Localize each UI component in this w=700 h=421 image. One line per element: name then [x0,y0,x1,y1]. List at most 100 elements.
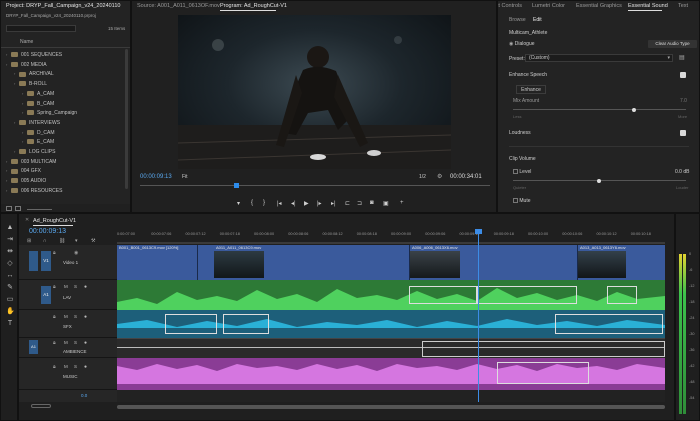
audio-clip-ambience[interactable] [117,338,665,358]
level-value[interactable]: 0.0 dB [675,169,689,175]
level-checkbox[interactable] [513,169,518,175]
mute-checkbox[interactable] [513,198,518,204]
scroll-thumb[interactable] [117,405,665,409]
fit-dropdown[interactable]: Fit [182,174,188,180]
icon-view-icon[interactable] [15,206,21,211]
insert-icon[interactable]: ⊏ [345,200,350,207]
source-patch-a3[interactable]: A1 [29,340,38,354]
bin-row[interactable]: › 002 MEDIA [6,60,47,69]
subtab-edit[interactable]: Edit [533,17,542,23]
audio-clip-music[interactable] [117,358,665,390]
add-button-icon[interactable]: + [400,200,404,206]
level-knob[interactable] [597,178,601,183]
pen-tool-icon[interactable]: ✎ [6,284,14,292]
mark-in-icon[interactable]: { [251,200,253,206]
audio-clip-lav-c[interactable] [477,286,577,304]
bin-row[interactable]: › 004 GFX [6,166,41,175]
level-slider[interactable] [513,178,686,183]
preset-dropdown[interactable]: (Custom) ▾ [525,54,673,62]
mic-icon[interactable]: ● [84,284,87,290]
clear-audio-type-button[interactable]: Clear Audio Type [648,40,697,48]
bin-row[interactable]: › E_CAM [22,137,54,146]
bin-row[interactable]: › A_CAM [22,89,54,98]
audio-clip-lav[interactable] [117,280,665,310]
comparison-view-icon[interactable]: ▣ [383,200,389,207]
solo-button-a2[interactable]: S [74,314,77,319]
timeline-timecode[interactable]: 00:00:09:13 [29,228,66,235]
program-video-frame[interactable] [178,15,451,169]
video-clip-3[interactable]: A006_A006_0613X6.mov [409,245,569,280]
program-timecode[interactable]: 00:00:09:13 [140,174,172,180]
track-target-v1[interactable]: V1 [41,251,51,271]
close-icon[interactable]: ✕ [25,217,29,223]
overwrite-icon[interactable]: ⊐ [357,200,362,207]
mute-button-a1[interactable]: M [64,284,68,289]
ripple-edit-tool-icon[interactable]: ⇹ [6,248,14,256]
wrench-icon[interactable]: ⚙ [437,173,442,180]
track-target-a1[interactable]: A1 [41,286,51,304]
track-height-slider[interactable] [31,404,51,408]
audio-clip-ambience-b[interactable] [422,341,665,357]
monitor-playhead[interactable] [234,183,239,188]
type-tool-icon[interactable]: T [6,320,14,328]
enhance-button[interactable]: Enhance [516,85,546,94]
mix-amount-slider[interactable] [513,107,686,112]
solo-button-a4[interactable]: S [74,364,77,369]
bin-row[interactable]: › B_CAM [22,99,54,108]
audio-clip-sfx-b[interactable] [165,314,217,334]
nest-icon[interactable]: ⊞ [27,238,31,244]
bin-row[interactable]: › LOG CLIPS [14,147,55,156]
music-crossfade[interactable] [497,362,589,384]
project-tab[interactable]: Project: DRYP_Fall_Campaign_v24_20240110 [6,1,120,11]
rectangle-tool-icon[interactable]: ▭ [6,296,14,304]
monitor-scrubber[interactable] [140,185,490,186]
mute-button-a3[interactable]: M [64,340,68,345]
audio-clip-sfx-c[interactable] [223,314,269,334]
loudness-checkbox[interactable] [680,130,686,136]
quality-dropdown[interactable]: 1/2 [419,174,426,180]
master-volume-value[interactable]: 0.0 [81,393,87,398]
timeline-playhead-handle[interactable] [475,229,482,234]
name-column-header[interactable]: Name [20,39,33,45]
go-to-out-icon[interactable]: ▸| [331,200,336,207]
enhance-speech-checkbox[interactable] [680,72,686,78]
linked-selection-icon[interactable]: ⛓ [59,238,65,244]
bin-row[interactable]: › B-ROLL [14,79,47,88]
eye-icon[interactable]: ◉ [74,250,78,256]
bin-row[interactable]: › 003 MULTICAM [6,157,56,166]
project-search-input[interactable] [6,25,76,32]
lock-icon[interactable]: 🔒︎ [53,250,56,256]
project-scrollbar[interactable] [125,49,128,189]
list-view-icon[interactable] [6,206,12,211]
work-area-bar[interactable] [117,242,665,244]
lock-icon[interactable]: 🔒︎ [53,364,56,370]
solo-button-a1[interactable]: S [74,284,77,289]
zoom-slider[interactable] [27,209,52,210]
selection-tool-icon[interactable]: ▲ [6,224,14,232]
tab-lumetri-color[interactable]: Lumetri Color [532,1,565,11]
play-icon[interactable]: ▶ [304,200,309,207]
step-back-icon[interactable]: ◂| [291,200,296,207]
bin-row[interactable]: › Spring_Campaign [22,108,77,117]
save-preset-icon[interactable]: ▤ [679,54,685,61]
audio-clip-sfx[interactable] [117,310,665,338]
mic-icon[interactable]: ● [84,314,87,320]
mute-button-a4[interactable]: M [64,364,68,369]
mark-out-icon[interactable]: } [263,200,265,206]
tab-essential-graphics[interactable]: Essential Graphics [576,1,622,11]
video-clip-4[interactable]: A013_A013_0613Y6.mov [577,245,665,280]
slip-tool-icon[interactable]: ↔ [6,272,14,280]
export-frame-icon[interactable]: ◙ [370,200,374,206]
source-tab[interactable]: Source: A001_A011_0613OF.mov [137,1,220,11]
add-marker-icon[interactable]: ▾ [237,200,240,207]
bin-row[interactable]: › ARCHIVAL [14,69,54,78]
snap-icon[interactable]: ∩ [43,238,47,244]
track-select-tool-icon[interactable]: ⇥ [6,236,14,244]
bin-row[interactable]: › 006 RESOURCES [6,186,62,195]
razor-tool-icon[interactable]: ◇ [6,260,14,268]
hand-tool-icon[interactable]: ✋ [6,308,15,316]
mic-icon[interactable]: ● [84,340,87,346]
lock-icon[interactable]: 🔒︎ [53,340,56,346]
mix-amount-knob[interactable] [632,107,636,112]
tab-effect-controls[interactable]: Effect Controls [498,1,522,11]
